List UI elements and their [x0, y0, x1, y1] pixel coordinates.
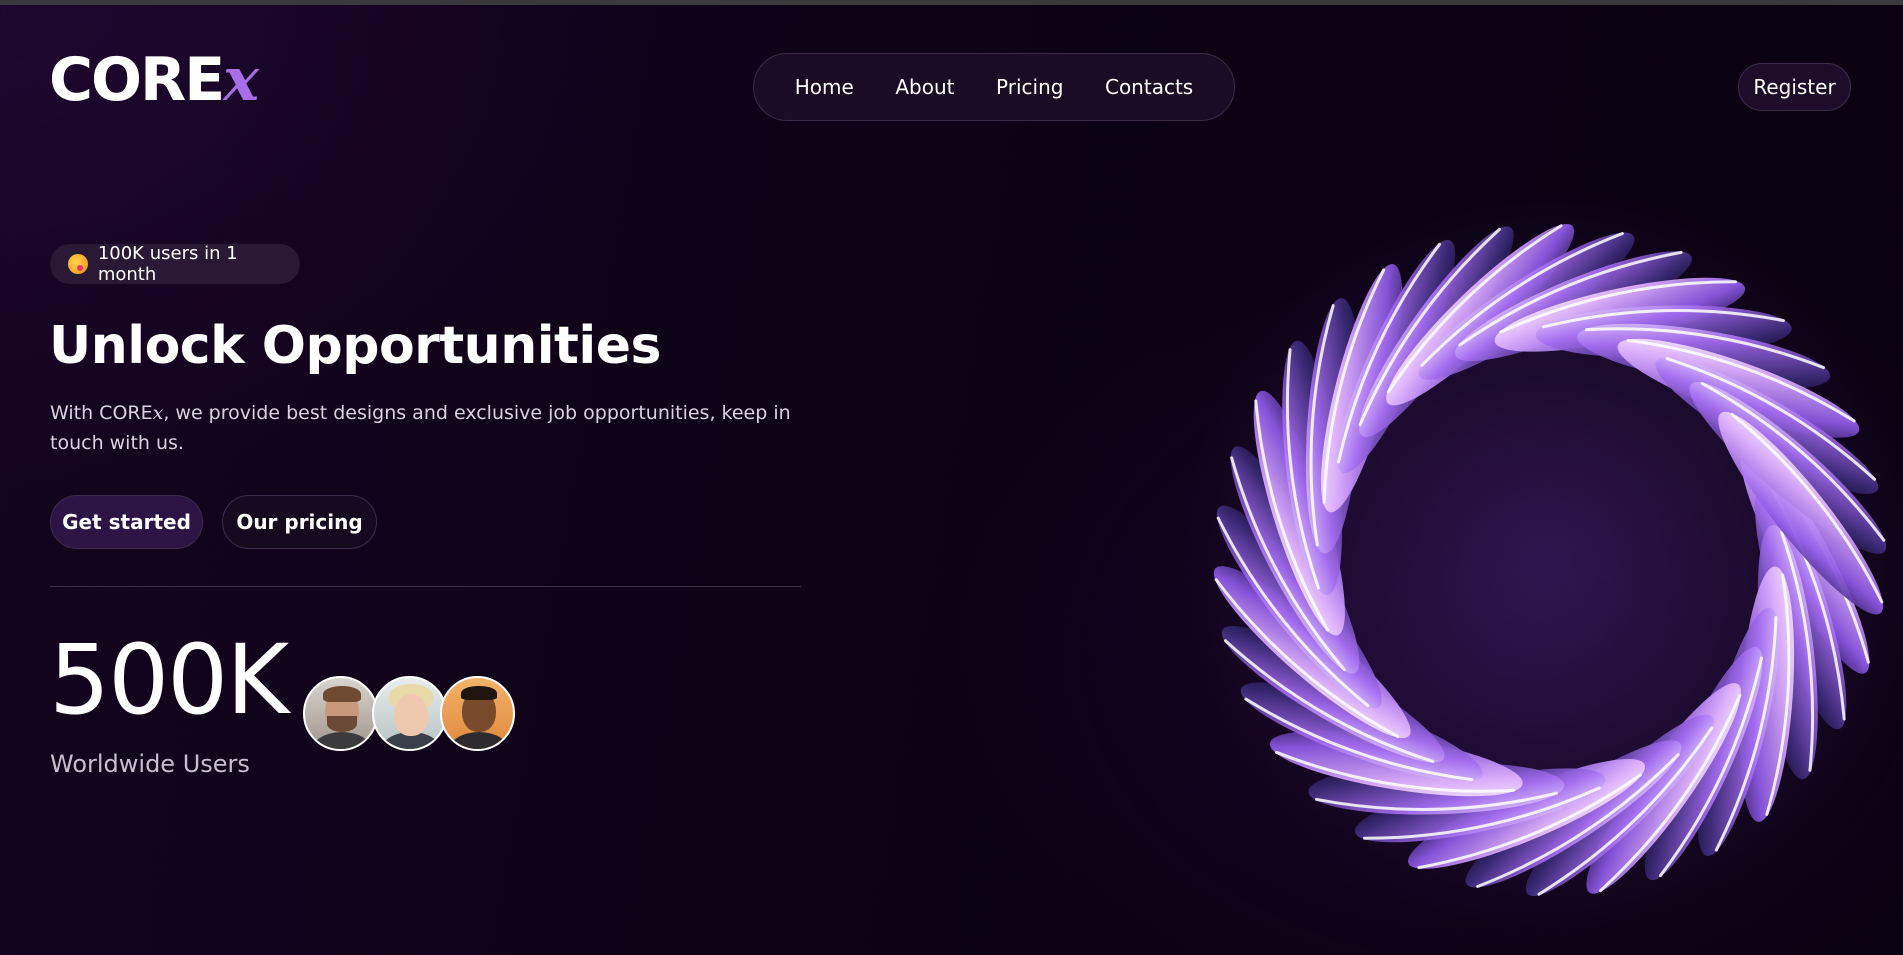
- main-nav: Home About Pricing Contacts: [753, 53, 1235, 121]
- users-label: Worldwide Users: [50, 750, 250, 778]
- logo-text: CORE: [49, 45, 225, 115]
- avatar-group: [303, 676, 515, 751]
- divider: [50, 586, 801, 587]
- decorative-ring-illustration: [1175, 165, 1903, 945]
- our-pricing-button[interactable]: Our pricing: [222, 495, 377, 549]
- register-button[interactable]: Register: [1738, 63, 1851, 111]
- window-top-edge: [0, 0, 1903, 5]
- get-started-button[interactable]: Get started: [50, 495, 203, 549]
- avatar: [372, 676, 447, 751]
- avatar: [440, 676, 515, 751]
- hero-title: Unlock Opportunities: [49, 316, 661, 376]
- ring-graphic: [1180, 190, 1903, 930]
- logo-x: x: [223, 45, 259, 115]
- lead-brand-x: x: [152, 402, 164, 424]
- avatar: [303, 676, 378, 751]
- lead-prefix: With CORE: [50, 402, 153, 424]
- star-struck-emoji-icon: [68, 254, 88, 274]
- nav-home-link[interactable]: Home: [795, 75, 854, 99]
- badge-text: 100K users in 1 month: [97, 243, 238, 285]
- nav-contacts-link[interactable]: Contacts: [1105, 75, 1193, 99]
- users-count: 500K: [49, 624, 289, 736]
- logo[interactable]: COREx: [49, 50, 259, 110]
- users-badge: 100K users in 1 month: [50, 243, 300, 285]
- hero-description: With COREx, we provide best designs and …: [50, 398, 810, 458]
- nav-about-link[interactable]: About: [895, 75, 954, 99]
- nav-pricing-link[interactable]: Pricing: [996, 75, 1063, 99]
